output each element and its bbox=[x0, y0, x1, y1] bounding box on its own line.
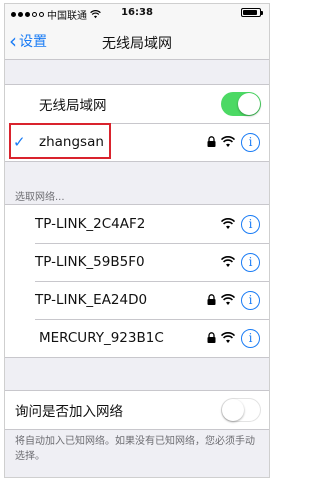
ask-to-join-group: 询问是否加入网络 bbox=[5, 390, 269, 430]
wlan-toggle[interactable] bbox=[221, 92, 261, 116]
network-name: TP-LINK_2C4AF2 bbox=[35, 216, 146, 232]
network-row[interactable]: TP-LINK_59B5F0 i bbox=[5, 243, 269, 281]
battery-fill bbox=[243, 10, 258, 15]
network-list: TP-LINK_2C4AF2 i TP-LINK_59B5F0 i TP-LIN… bbox=[5, 204, 269, 358]
wifi-icon bbox=[221, 332, 235, 343]
info-button[interactable]: i bbox=[241, 214, 260, 234]
clock: 16:38 bbox=[121, 7, 153, 18]
ask-to-join-row: 询问是否加入网络 bbox=[5, 391, 269, 429]
highlight-box bbox=[9, 123, 111, 159]
battery-icon bbox=[241, 8, 263, 17]
lock-icon bbox=[207, 136, 216, 147]
lock-icon bbox=[207, 332, 216, 343]
network-row[interactable]: TP-LINK_EA24D0 i bbox=[5, 281, 269, 319]
wlan-toggle-row: 无线局域网 bbox=[5, 85, 269, 123]
ask-to-join-toggle[interactable] bbox=[221, 398, 261, 422]
wifi-icon bbox=[221, 294, 235, 305]
status-bar: 中国联通 16:38 bbox=[5, 4, 269, 22]
info-button[interactable]: i bbox=[241, 252, 260, 272]
page-title: 无线局域网 bbox=[102, 36, 172, 52]
wifi-icon bbox=[221, 218, 235, 229]
navigation-bar: ‹ 设置 无线局域网 bbox=[5, 22, 269, 60]
network-name: MERCURY_923B1C bbox=[39, 330, 164, 346]
wifi-icon bbox=[221, 136, 235, 147]
network-row[interactable]: TP-LINK_2C4AF2 i bbox=[5, 205, 269, 243]
toggle-knob bbox=[222, 399, 244, 421]
toggle-knob bbox=[238, 93, 260, 115]
network-row[interactable]: MERCURY_923B1C i bbox=[5, 319, 269, 357]
info-button[interactable]: i bbox=[241, 290, 260, 310]
lock-icon bbox=[207, 294, 216, 305]
ask-to-join-label: 询问是否加入网络 bbox=[15, 404, 123, 420]
network-name: TP-LINK_EA24D0 bbox=[35, 292, 148, 308]
phone-screen: 中国联通 16:38 ‹ 设置 无线局域网 无线局域网 ✓ zhangsan i… bbox=[4, 3, 270, 478]
info-button[interactable]: i bbox=[241, 132, 260, 152]
wifi-icon bbox=[221, 256, 235, 267]
ask-to-join-note: 将自动加入已知网络。如果没有已知网络，您必须手动选择。 bbox=[15, 436, 255, 462]
wlan-label: 无线局域网 bbox=[39, 98, 107, 114]
info-button[interactable]: i bbox=[241, 328, 260, 348]
choose-network-header: 选取网络... bbox=[15, 192, 65, 203]
network-name: TP-LINK_59B5F0 bbox=[35, 254, 145, 270]
